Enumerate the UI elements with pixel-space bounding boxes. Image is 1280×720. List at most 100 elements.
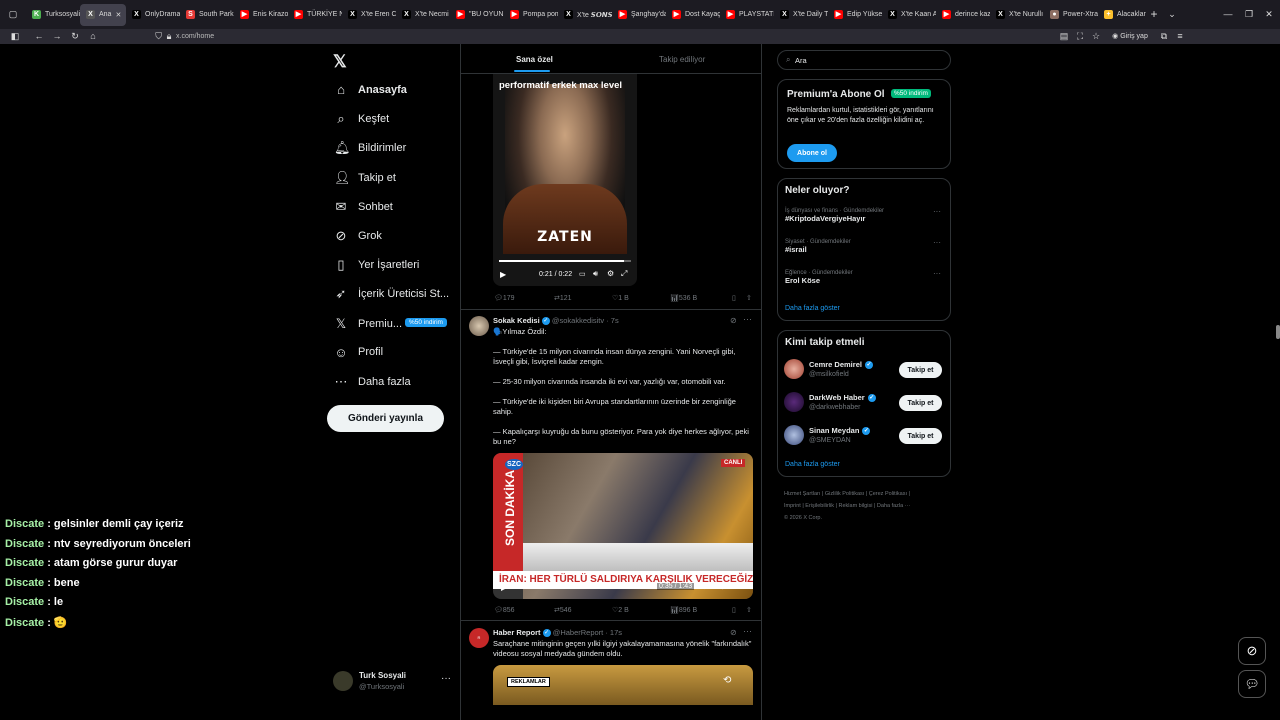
suggested-user[interactable]: Cemre Demirel ✓ [809, 360, 873, 370]
more-icon[interactable]: ··· [933, 207, 941, 216]
browser-tab[interactable]: S South Park [180, 0, 234, 29]
browser-tab[interactable]: ▶ Şanghay'da [612, 0, 666, 29]
scrollbar-thumb[interactable] [1276, 325, 1280, 339]
more-icon[interactable]: ··· [441, 673, 451, 684]
fullscreen-icon[interactable]: ⤢ [737, 582, 743, 592]
nav-item-x-premium[interactable]: 𝕏 Premiu... [334, 316, 402, 332]
nav-item-more[interactable]: ⋯ Daha fazla [334, 374, 411, 390]
maximize-button[interactable]: ❐ [1240, 7, 1258, 22]
avatar[interactable] [784, 359, 804, 379]
messages-float-button[interactable]: 💬︎ [1238, 670, 1266, 698]
trends-show-more[interactable]: Daha fazla göster [785, 305, 840, 312]
tweet-handle[interactable]: @HaberReport · 17s [553, 628, 622, 637]
grok-icon[interactable]: ⊘ [730, 628, 737, 637]
new-tab-button[interactable]: + [1146, 7, 1162, 22]
trend-item[interactable]: Siyaset · Gündemdekiler #israil ··· [785, 238, 943, 254]
nav-item-follow[interactable]: 👤︎ Takip et [334, 170, 396, 186]
menu-icon[interactable]: ≡ [1172, 29, 1188, 44]
nav-item-grok[interactable]: ⊘ Grok [334, 228, 382, 244]
nav-item-home[interactable]: ⌂ Anasayfa [334, 82, 407, 97]
retweet-button[interactable]: ⇄ 546 [554, 606, 612, 614]
fullscreen-icon[interactable]: ⤢ [621, 269, 627, 279]
reader-icon[interactable]: ▤ [1056, 29, 1072, 44]
browser-tab[interactable]: ▶ Pompa pom [504, 0, 558, 29]
x-logo-icon[interactable]: 𝕏 [333, 52, 347, 72]
browser-tab[interactable]: ▶ TÜRKİYE N [288, 0, 342, 29]
nav-item-search[interactable]: ⌕ Keşfet [334, 111, 389, 127]
minimize-button[interactable]: — [1218, 7, 1238, 22]
more-icon[interactable]: ··· [933, 238, 941, 247]
back-button[interactable]: ← [30, 29, 48, 44]
tab-overview-icon[interactable]: ▢ [0, 7, 26, 22]
browser-tab[interactable]: ▶ Enis Kirazo [234, 0, 288, 29]
play-icon[interactable]: ▶ [500, 270, 506, 279]
grok-icon[interactable]: ⊘ [730, 316, 737, 325]
account-switcher[interactable]: Turk Sosyali @Turksosyali ··· [333, 670, 453, 698]
tweet-video[interactable]: REKLAMLAR ⟲ [493, 665, 753, 705]
who-show-more[interactable]: Daha fazla göster [785, 461, 840, 468]
home-button[interactable]: ⌂ [84, 29, 102, 44]
browser-tab[interactable]: X X'te Kaan A [882, 0, 936, 29]
suggested-user[interactable]: Sinan Meydan ✓ [809, 426, 871, 436]
shield-icon[interactable]: ⛉ [102, 29, 162, 44]
tab-for-you[interactable]: Sana özel [516, 55, 553, 64]
follow-button[interactable]: Takip et [899, 395, 942, 411]
volume-icon[interactable]: 🔊︎ [593, 269, 598, 279]
search-box[interactable]: ⌕ Ara [777, 50, 951, 70]
browser-tab[interactable]: K Turksosyali [26, 0, 80, 29]
reply-button[interactable]: 💬︎ 856 [494, 606, 554, 614]
like-button[interactable]: ♡ 1 B [612, 294, 670, 302]
tweet-author[interactable]: Sokak Kedisi [493, 316, 540, 325]
browser-tab[interactable]: X X'te Nurullı [990, 0, 1044, 29]
follow-button[interactable]: Takip et [899, 362, 942, 378]
reload-button[interactable]: ↻ [66, 29, 84, 44]
settings-icon[interactable]: ⚙ [607, 269, 614, 278]
browser-tab[interactable]: + Alacaklanın [1098, 0, 1146, 29]
volume-icon[interactable]: 🔊︎ [701, 582, 706, 592]
browser-tab[interactable]: ▶ "BU OYUN [450, 0, 504, 29]
tab-following[interactable]: Takip ediliyor [659, 55, 705, 64]
grok-float-button[interactable]: ⊘ [1238, 637, 1266, 665]
sidebar-toggle-icon[interactable]: ◧ [0, 29, 30, 44]
browser-tab[interactable]: X X'te 𝙎𝙊𝙉𝙎 [558, 0, 612, 29]
browser-tab[interactable]: ▶ derince kaz [936, 0, 990, 29]
tweet-handle[interactable]: @sokakkedisitv · 7s [552, 316, 619, 325]
tweet-video[interactable]: performatif erkek max level ZATEN ▶ 0:21… [493, 74, 637, 286]
like-button[interactable]: ♡ 2 B [612, 606, 670, 614]
browser-tab[interactable]: X X'te Daily T [774, 0, 828, 29]
loop-icon[interactable]: ⟲ [723, 675, 731, 686]
close-window-button[interactable]: ✕ [1260, 7, 1278, 22]
subscribe-button[interactable]: Abone ol [787, 144, 837, 162]
more-icon[interactable]: ··· [743, 314, 752, 324]
share-icon[interactable]: ⇧ [746, 606, 752, 614]
browser-tab[interactable]: X OnlyDrama [126, 0, 180, 29]
bookmark-icon[interactable]: ▯ [732, 294, 746, 302]
bookmark-icon[interactable]: ▯ [732, 606, 746, 614]
tweet-video[interactable]: SON DAKİKA SZC CANLI İRAN: HER TÜRLÜ SAL… [493, 453, 753, 599]
trend-item[interactable]: İş dünyası ve finans · Gündemdekiler #Kri… [785, 207, 943, 223]
avatar[interactable]: R [469, 628, 489, 648]
avatar[interactable] [784, 425, 804, 445]
browser-tab[interactable]: X X'te Necmi [396, 0, 450, 29]
trend-item[interactable]: Eğlence · Gündemdekiler Erol Köse ··· [785, 269, 943, 285]
screenshot-icon[interactable]: ⛶ [1072, 29, 1088, 44]
reply-button[interactable]: 💬︎ 179 [494, 294, 554, 302]
browser-tab[interactable]: X Ana ✕ [80, 3, 126, 26]
captions-icon[interactable]: ▭ [579, 270, 586, 278]
browser-tab[interactable]: ● Power-Xtra [1044, 0, 1098, 29]
settings-icon[interactable]: ⚙ [719, 582, 726, 591]
nav-item-bell[interactable]: 🔔︎ Bildirimler [334, 140, 406, 156]
footer-line[interactable]: Hizmet Şartları | Gizlilik Politikası | … [784, 488, 954, 500]
suggested-user[interactable]: DarkWeb Haber ✓ [809, 393, 876, 403]
avatar[interactable] [784, 392, 804, 412]
follow-button[interactable]: Takip et [899, 428, 942, 444]
retweet-button[interactable]: ⇄ 121 [554, 294, 612, 302]
more-icon[interactable]: ··· [743, 626, 752, 636]
extensions-icon[interactable]: ⧉ [1156, 29, 1172, 44]
tab-list-chevron-icon[interactable]: ⌄ [1162, 7, 1182, 22]
more-icon[interactable]: ··· [933, 269, 941, 278]
browser-tab[interactable]: ▶ PLAYSTATIC [720, 0, 774, 29]
nav-item-rocket[interactable]: ➶ İçerik Üreticisi St... [334, 286, 450, 302]
video-progress-bar[interactable] [499, 260, 631, 262]
footer-line[interactable]: Imprint | Erişilebilirlik | Reklam bilgi… [784, 500, 954, 512]
